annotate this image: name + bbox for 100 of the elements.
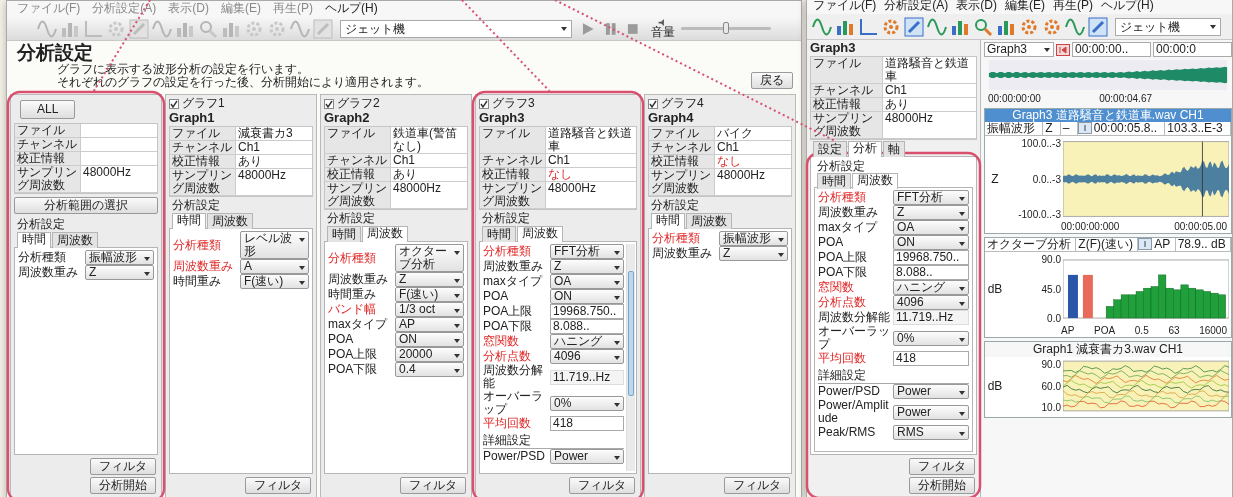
menu-item[interactable]: 表示(D) <box>956 0 997 13</box>
dropdown[interactable]: ON <box>893 235 969 250</box>
dropdown[interactable]: F(速い) <box>240 274 309 289</box>
dropdown[interactable]: ハニング <box>893 280 969 295</box>
tab[interactable]: 周波数 <box>362 226 408 242</box>
time-field[interactable]: 00:00:0 <box>1153 42 1232 57</box>
dropdown[interactable]: 0.4 <box>395 362 464 377</box>
checkbox[interactable] <box>324 98 334 109</box>
tab[interactable]: 軸 <box>883 141 905 157</box>
axis-label: dB <box>987 282 1003 296</box>
tab[interactable]: 周波数 <box>52 232 98 248</box>
tab[interactable]: 周波数 <box>517 226 563 242</box>
menu-item[interactable]: ファイル(F) <box>813 0 877 13</box>
table-cell: バイク <box>715 127 791 141</box>
input-field[interactable]: 8.088.. <box>893 265 969 280</box>
tab[interactable]: 時間 <box>482 226 516 242</box>
range-select-button[interactable]: 分析範囲の選択 <box>14 197 158 214</box>
button[interactable]: フィルタ <box>400 477 466 494</box>
button[interactable]: フィルタ <box>569 477 635 494</box>
time-field[interactable]: 00:00:00.. <box>1072 42 1151 57</box>
tab[interactable]: 周波数 <box>207 213 253 229</box>
sine-wave-icon[interactable] <box>812 16 832 37</box>
dropdown[interactable]: 0% <box>550 395 624 411</box>
dropdown[interactable]: OA <box>893 220 969 235</box>
dropdown[interactable]: Power <box>893 404 969 420</box>
dropdown[interactable]: ON <box>395 332 464 347</box>
menu-item[interactable]: 編集(E) <box>1005 0 1045 13</box>
back-button[interactable]: 戻る <box>751 72 793 89</box>
table-cell: 78.9.. dB <box>1175 238 1232 251</box>
dropdown[interactable]: Z <box>893 205 969 220</box>
dropdown[interactable]: 振幅波形 <box>719 231 788 246</box>
dropdown[interactable]: A <box>240 259 309 274</box>
tab[interactable]: 分析 <box>848 141 882 157</box>
dropdown[interactable]: AP <box>395 317 464 332</box>
dropdown[interactable]: Z <box>550 259 624 274</box>
dropdown[interactable]: オクターブ分析 <box>395 244 464 272</box>
dropdown[interactable]: 振幅波形 <box>85 250 154 265</box>
scrollbar[interactable] <box>626 244 635 471</box>
checkbox[interactable] <box>479 98 489 109</box>
cursor-icon[interactable] <box>1138 238 1153 250</box>
button[interactable]: フィルタ <box>90 458 156 475</box>
cursor-icon[interactable] <box>1077 122 1092 134</box>
table-cell: Ch1 <box>715 141 791 155</box>
input-field[interactable]: 418 <box>550 416 624 431</box>
tab[interactable]: 周波数 <box>852 173 898 189</box>
dropdown[interactable]: 20000 <box>395 347 464 362</box>
table-cell: 48000Hz <box>236 169 312 196</box>
sine-wave-icon[interactable] <box>927 16 947 37</box>
tab[interactable]: 時間 <box>817 173 851 189</box>
dropdown[interactable]: OA <box>550 274 624 289</box>
input-field[interactable]: 19968.750.. <box>550 304 624 319</box>
preset-dropdown[interactable]: ジェット機 <box>1115 17 1221 36</box>
checkbox[interactable] <box>169 98 179 109</box>
tab[interactable]: 設定 <box>813 141 847 157</box>
dropdown[interactable]: RMS <box>893 425 969 440</box>
graph-dropdown[interactable]: Graph3 <box>984 42 1054 57</box>
checkbox[interactable] <box>648 98 658 109</box>
all-button[interactable]: ALL <box>20 100 76 119</box>
tab[interactable]: 周波数 <box>686 213 732 229</box>
dropdown[interactable]: 4096 <box>550 349 624 364</box>
input-field[interactable]: 418 <box>893 351 969 366</box>
skip-icon[interactable] <box>1056 43 1070 56</box>
dropdown[interactable]: Z <box>85 265 154 280</box>
caret-icon <box>454 339 460 343</box>
input-field[interactable]: 19968.750.. <box>893 250 969 265</box>
caret-icon <box>614 296 620 300</box>
axis-icon[interactable] <box>858 16 878 37</box>
button[interactable]: フィルタ <box>245 477 311 494</box>
axis-tick-label: 45.0 <box>1040 283 1061 295</box>
button[interactable]: 分析開始 <box>909 477 975 494</box>
table-cell: 校正情報 <box>811 98 883 112</box>
dropdown[interactable]: 1/3 oct <box>395 302 464 317</box>
button[interactable]: 分析開始 <box>90 477 156 494</box>
dropdown[interactable]: Power <box>893 384 969 399</box>
tab[interactable]: 時間 <box>17 232 51 248</box>
tab[interactable]: 時間 <box>651 213 685 229</box>
dropdown[interactable]: F(速い) <box>395 287 464 302</box>
search-icon[interactable] <box>973 16 993 37</box>
dropdown[interactable]: レベル波形 <box>240 231 309 259</box>
menu-item[interactable]: ヘルプ(H) <box>325 2 378 16</box>
tab[interactable]: 時間 <box>172 213 206 229</box>
dropdown[interactable]: ハニング <box>550 334 624 349</box>
table-cell: なし <box>715 155 791 169</box>
dropdown[interactable]: 0% <box>893 330 969 346</box>
table-cell: 48000Hz <box>883 112 976 139</box>
dropdown[interactable]: Z <box>395 272 464 287</box>
button[interactable]: フィルタ <box>724 477 790 494</box>
dropdown[interactable]: FFT分析 <box>893 190 969 205</box>
dropdown[interactable]: 4096 <box>893 295 969 310</box>
tab[interactable]: 時間 <box>327 226 361 242</box>
dropdown[interactable]: Z <box>719 246 788 261</box>
input-field[interactable]: 8.088.. <box>550 319 624 334</box>
pen-icon[interactable] <box>1088 16 1108 37</box>
button[interactable]: フィルタ <box>909 458 975 475</box>
pen-icon[interactable] <box>904 16 924 37</box>
dropdown[interactable]: Power <box>550 449 624 464</box>
sine-wave-icon[interactable] <box>1065 16 1085 37</box>
dropdown[interactable]: FFT分析 <box>550 244 624 259</box>
scrollbar-thumb[interactable] <box>628 271 634 397</box>
dropdown[interactable]: ON <box>550 289 624 304</box>
